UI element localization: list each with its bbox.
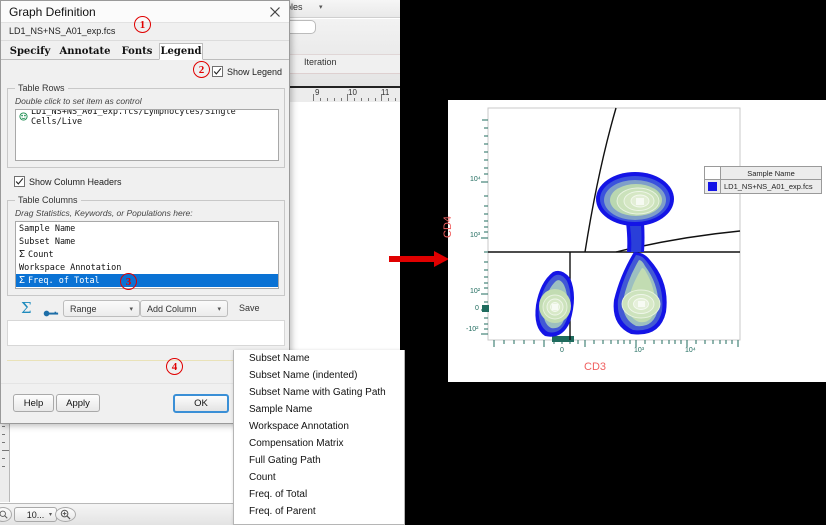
save-label[interactable]: Save: [239, 303, 260, 313]
zoom-level-select[interactable]: 10... ▾: [14, 507, 57, 522]
show-legend-row[interactable]: Show Legend: [212, 66, 282, 77]
apply-button-label: Apply: [66, 398, 90, 409]
tab-legend-label: Legend: [161, 46, 202, 57]
ruler-tick-label-9: 9: [315, 88, 319, 97]
columns-preview-area: [7, 320, 285, 346]
help-button-label: Help: [24, 398, 44, 409]
legend-row: LD1_NS+NS_A01_exp.fcs: [705, 180, 821, 193]
show-column-headers-row[interactable]: Show Column Headers: [14, 176, 122, 187]
list-item[interactable]: Subset Name: [16, 235, 278, 248]
table-columns-group-title: Table Columns: [15, 195, 81, 205]
chevron-down-icon: ▾: [217, 305, 221, 313]
show-legend-checkbox[interactable]: [212, 66, 223, 77]
dialog-tab-bar: Specify Annotate Fonts Legend: [1, 41, 289, 60]
list-item[interactable]: Σ Count: [16, 248, 278, 261]
sigma-icon: Σ: [19, 275, 25, 286]
menu-item-sample-name[interactable]: Sample Name: [234, 401, 404, 418]
ruler-tick-label-10: 10: [348, 88, 357, 97]
legend-header-label: Sample Name: [721, 167, 821, 179]
zoom-level-value: 10...: [27, 510, 45, 520]
legend-header-row: Sample Name: [705, 167, 821, 180]
column-item-label: Freq. of Total: [28, 276, 100, 286]
add-column-dropdown-button[interactable]: Add Column ▾: [140, 300, 228, 317]
close-icon[interactable]: [267, 4, 283, 20]
menu-item-count[interactable]: Count: [234, 469, 404, 486]
chevron-down-icon: ▾: [129, 305, 133, 313]
annotation-marker-2: 2: [193, 61, 210, 78]
menu-item-freq-of-total[interactable]: Freq. of Total: [234, 486, 404, 503]
add-column-button-label: Add Column: [147, 304, 197, 314]
column-item-label: Sample Name: [19, 224, 75, 234]
range-dropdown-button[interactable]: Range ▾: [63, 300, 140, 317]
plot-legend-box: Sample Name LD1_NS+NS_A01_exp.fcs: [704, 166, 822, 194]
table-rows-group: Table Rows Double click to set item as c…: [7, 88, 285, 168]
population-q2: [596, 172, 674, 226]
show-legend-label: Show Legend: [227, 67, 282, 77]
annotation-marker-1: 1: [134, 16, 151, 33]
table-columns-listbox[interactable]: Sample Name Subset Name Σ Count Workspac…: [15, 221, 279, 289]
zoom-out-button[interactable]: [0, 507, 12, 522]
zoom-in-button[interactable]: [55, 507, 76, 522]
samples-menu-caret-icon: ▾: [319, 3, 323, 11]
table-rows-hint: Double click to set item as control: [15, 96, 142, 106]
legend-swatch-cell: [705, 180, 721, 193]
flow-cytometry-plot-panel: CD3 CD4 10⁴ 10³ 10² 0 -10² 0 10³ 10⁴ Q1 …: [448, 100, 826, 382]
ruler-tick-label-11: 11: [381, 88, 389, 97]
zoom-caret-icon: ▾: [49, 511, 52, 518]
tab-fonts[interactable]: Fonts: [115, 43, 159, 60]
apply-button[interactable]: Apply: [56, 394, 100, 412]
table-rows-group-title: Table Rows: [15, 83, 68, 93]
range-button-label: Range: [70, 304, 97, 314]
density-plot[interactable]: [448, 100, 748, 360]
list-item[interactable]: Sample Name: [16, 222, 278, 235]
column-item-label: Count: [28, 250, 54, 260]
column-item-label: Workspace Annotation: [19, 263, 121, 273]
tab-annotate-label: Annotate: [59, 46, 110, 57]
legend-header-swatch-cell: [705, 167, 721, 179]
population-icon: [19, 109, 28, 126]
menu-item-compensation-matrix[interactable]: Compensation Matrix: [234, 435, 404, 452]
help-button[interactable]: Help: [13, 394, 54, 412]
ok-button-label: OK: [194, 398, 208, 409]
tab-fonts-label: Fonts: [122, 46, 153, 57]
legend-row-label: LD1_NS+NS_A01_exp.fcs: [721, 182, 821, 191]
show-column-headers-label: Show Column Headers: [29, 177, 122, 187]
menu-item-workspace-annotation[interactable]: Workspace Annotation: [234, 418, 404, 435]
columns-toolbar: Σ Range ▾ Add Column ▾ Save: [1, 297, 291, 319]
tab-legend[interactable]: Legend: [159, 43, 203, 60]
menu-item-full-gating-path[interactable]: Full Gating Path: [234, 452, 404, 469]
annotation-marker-4: 4: [166, 358, 183, 375]
tab-annotate[interactable]: Annotate: [55, 43, 115, 60]
list-item[interactable]: Workspace Annotation: [16, 261, 278, 274]
file-name-label: LD1_NS+NS_A01_exp.fcs: [9, 26, 115, 36]
table-row-item-label: LD1_NS+NS_A01_exp.fcs/Lymphocytes/Single…: [31, 109, 275, 127]
tab-specify[interactable]: Specify: [5, 43, 55, 60]
show-column-headers-checkbox[interactable]: [14, 176, 25, 187]
iteration-label: Iteration: [304, 57, 337, 67]
ok-button[interactable]: OK: [173, 394, 229, 413]
menu-item-subset-name[interactable]: Subset Name: [234, 350, 404, 367]
menu-item-freq-of-parent[interactable]: Freq. of Parent: [234, 503, 404, 520]
sigma-icon: Σ: [19, 249, 25, 260]
table-columns-group: Table Columns Drag Statistics, Keywords,…: [7, 200, 285, 296]
menu-item-subset-name-with-gating-path[interactable]: Subset Name with Gating Path: [234, 384, 404, 401]
list-item-selected[interactable]: Σ Freq. of Total: [16, 274, 278, 287]
add-column-dropdown-menu: Subset Name Subset Name (indented) Subse…: [233, 350, 405, 525]
column-item-label: Subset Name: [19, 237, 75, 247]
annotation-marker-3: 3: [120, 273, 137, 290]
red-arrow: [388, 248, 450, 270]
tab-specify-label: Specify: [10, 46, 51, 57]
menu-item-subset-name-indented[interactable]: Subset Name (indented): [234, 367, 404, 384]
x-axis-label: CD3: [584, 361, 606, 373]
dialog-title: Graph Definition: [9, 5, 96, 19]
list-item[interactable]: LD1_NS+NS_A01_exp.fcs/Lymphocytes/Single…: [16, 110, 278, 123]
sigma-icon[interactable]: Σ: [21, 299, 32, 317]
screenshot-root: ples ▾ Iteration 9 10 11: [0, 0, 826, 525]
legend-color-swatch: [708, 182, 717, 191]
table-columns-hint: Drag Statistics, Keywords, or Population…: [15, 208, 193, 218]
table-rows-listbox[interactable]: LD1_NS+NS_A01_exp.fcs/Lymphocytes/Single…: [15, 109, 279, 161]
